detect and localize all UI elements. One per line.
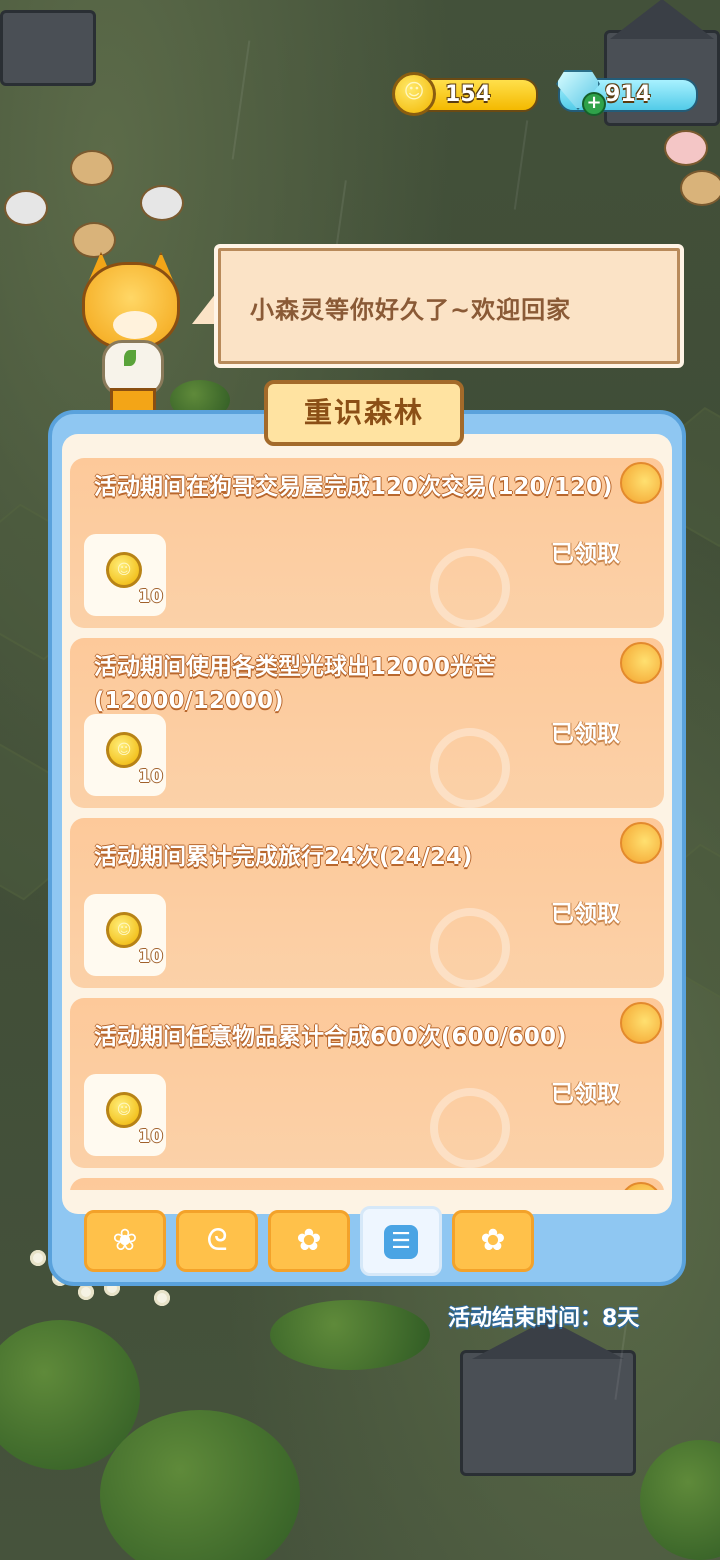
cat-coins-icon: ✿: [480, 1223, 506, 1258]
hamster-creature[interactable]: [680, 170, 720, 206]
gold-coin-icon: ☺: [106, 552, 142, 588]
speech-bubble: 小森灵等你好久了~欢迎回家: [214, 244, 684, 368]
task-title: 活动期间累计完成旅行24次(24/24): [94, 844, 473, 870]
hamster-creature[interactable]: [4, 190, 48, 226]
task-item: 活动期间任意物品累计合成600次(600/600) ☺ 10 已领取: [70, 998, 664, 1168]
claimed-status: 已领取: [551, 721, 620, 747]
tab-cat-coins[interactable]: ✿: [268, 1210, 350, 1272]
swirl-bag-icon: ᘓ: [206, 1223, 228, 1258]
list-icon: ☰: [384, 1225, 418, 1259]
tab-swirl[interactable]: ᘓ: [176, 1210, 258, 1272]
task-list[interactable]: 活动期间在狗哥交易屋完成120次交易(120/120) ☺ 10 已领取 活动期…: [70, 458, 666, 1190]
claimed-status: 已领取: [551, 541, 620, 567]
reward-quantity: 10: [138, 766, 164, 787]
hamster-creature[interactable]: [140, 185, 184, 221]
event-end-time: 活动结束时间：8天: [448, 1306, 640, 1331]
reward-quantity: 10: [138, 946, 164, 967]
plus-icon[interactable]: +: [582, 92, 606, 116]
dialog-message: 小森灵等你好久了~欢迎回家: [250, 296, 572, 324]
hamster-creature[interactable]: [70, 150, 114, 186]
claimed-status: 已领取: [551, 1081, 620, 1107]
reward-slot: ☺ 10: [84, 1074, 166, 1156]
tab-cat-coins-2[interactable]: ✿: [452, 1210, 534, 1272]
tab-cats[interactable]: ❀: [84, 1210, 166, 1272]
reward-slot: ☺ 10: [84, 714, 166, 796]
task-item: 活动期间使用各类型光球出12000光芒(12000/12000) ☺ 10 已领…: [70, 638, 664, 808]
cat-mascot: [78, 252, 182, 430]
building[interactable]: [0, 10, 96, 86]
task-title: 活动期间在狗哥交易屋完成120次交易(120/120): [94, 474, 613, 500]
cats-icon: ❀: [112, 1223, 138, 1258]
cat-coins-icon: ✿: [296, 1223, 322, 1258]
task-title: 活动期间任意物品累计合成600次(600/600): [94, 1024, 567, 1050]
gold-coin-icon: ☺: [106, 912, 142, 948]
task-item: 活动期间在狗哥交易屋完成120次交易(120/120) ☺ 10 已领取: [70, 458, 664, 628]
tab-tasks[interactable]: ☰: [360, 1206, 442, 1276]
reward-slot: ☺ 10: [84, 894, 166, 976]
reward-quantity: 10: [138, 1126, 164, 1147]
reward-quantity: 10: [138, 586, 164, 607]
claimed-status: 已领取: [551, 901, 620, 927]
task-item: [70, 1178, 664, 1190]
panel-title: 重识森林: [303, 396, 424, 429]
leaf-icon: [124, 350, 136, 366]
task-item: 活动期间累计完成旅行24次(24/24) ☺ 10 已领取: [70, 818, 664, 988]
task-title: 活动期间使用各类型光球出12000光芒(12000/12000): [94, 654, 497, 714]
hamster-creature[interactable]: [664, 130, 708, 166]
panel-title-badge: 重识森林: [264, 380, 464, 446]
gold-coin-icon: ☺: [106, 732, 142, 768]
stone-shrine-building[interactable]: [460, 1319, 636, 1476]
sun-icon: [620, 1182, 662, 1190]
gold-coin-icon: ☺: [392, 72, 436, 116]
reward-slot: ☺ 10: [84, 534, 166, 616]
gold-coin-icon: ☺: [106, 1092, 142, 1128]
